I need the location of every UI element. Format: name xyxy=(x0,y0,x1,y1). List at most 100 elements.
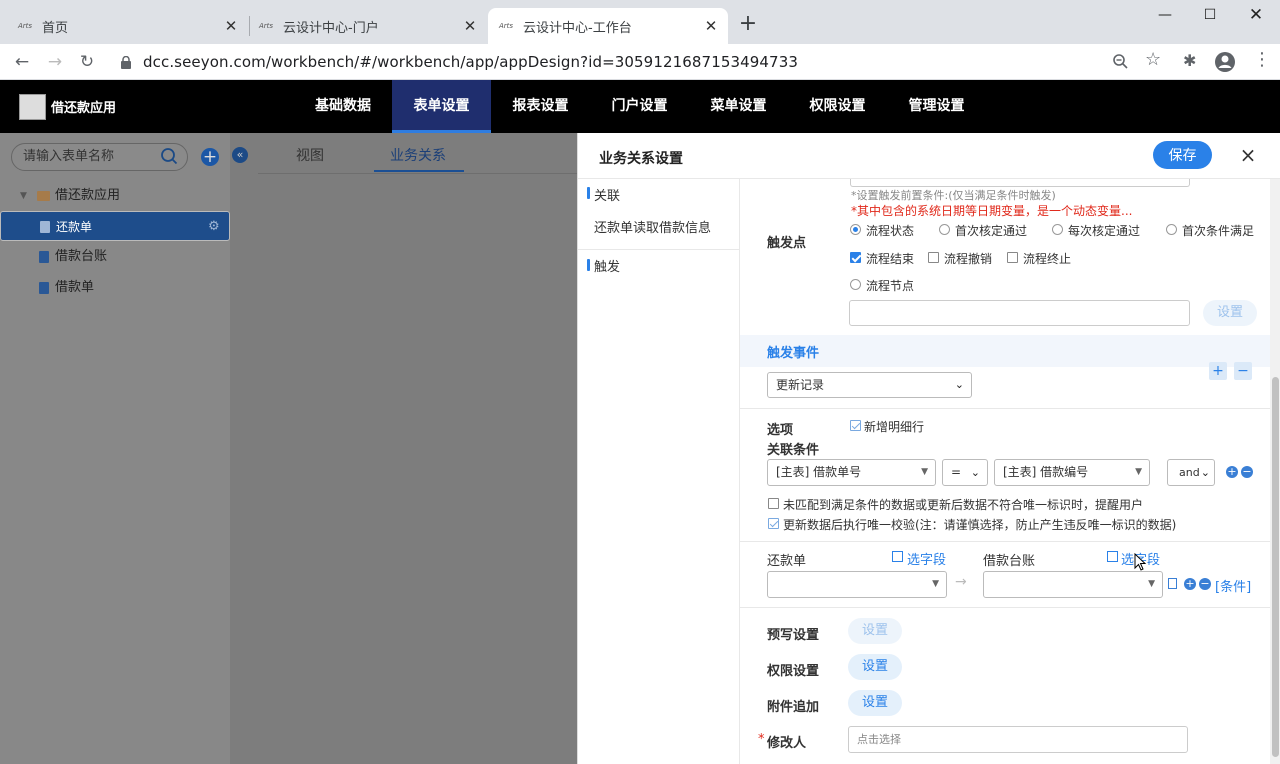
tab-view[interactable]: 视图 xyxy=(296,145,324,165)
tab-title: 首页 xyxy=(42,20,69,36)
search-icon[interactable] xyxy=(160,147,178,165)
radio-flow-status[interactable] xyxy=(850,224,861,235)
target-field-select[interactable]: ▼ xyxy=(983,571,1163,598)
tab-title: 云设计中心-工作台 xyxy=(523,20,632,36)
tree-item-loan-ledger[interactable]: 借款台账 xyxy=(0,242,230,272)
drawer-scrollbar[interactable] xyxy=(1270,179,1280,764)
condition-operator-select[interactable]: = ⌄ xyxy=(942,459,988,486)
source-form-label: 还款单 xyxy=(767,554,807,569)
check-add-detail-row[interactable] xyxy=(850,420,861,431)
pick-field-link-source[interactable]: 选字段 xyxy=(907,549,946,568)
check-unique-validation[interactable] xyxy=(768,518,779,529)
app-header: 借还款应用 基础数据 表单设置 报表设置 门户设置 菜单设置 权限设置 管理设置 xyxy=(0,80,1280,133)
add-form-icon[interactable]: + xyxy=(201,148,219,166)
radio-every-approve[interactable] xyxy=(1052,224,1063,235)
form-icon xyxy=(40,221,50,233)
field-picker-icon[interactable] xyxy=(1107,551,1118,562)
attachment-append-label: 附件追加 xyxy=(767,700,820,715)
nav-item-read-loan-info[interactable]: 还款单读取借款信息 xyxy=(594,217,711,236)
radio-first-approve[interactable] xyxy=(939,224,950,235)
check-label: 新增明细行 xyxy=(864,420,925,434)
check-mismatch-alert[interactable] xyxy=(768,498,779,509)
new-tab-icon[interactable]: + xyxy=(738,13,758,35)
browser-menu-icon[interactable]: ⋮ xyxy=(1253,49,1271,70)
event-type-select[interactable]: 更新记录 ⌄ xyxy=(767,372,972,398)
precondition-input[interactable] xyxy=(850,179,1190,187)
minimize-icon[interactable]: — xyxy=(1150,4,1180,26)
section-marker xyxy=(587,187,590,199)
seeyon-favicon: Arts xyxy=(18,22,33,30)
close-icon[interactable]: × xyxy=(1238,143,1258,167)
remove-condition-icon[interactable]: − xyxy=(1241,466,1253,478)
check-flow-end[interactable] xyxy=(850,252,861,263)
source-field-select[interactable]: ▼ xyxy=(767,571,947,598)
profile-avatar-icon[interactable] xyxy=(1214,51,1236,73)
close-tab-icon[interactable]: ✕ xyxy=(222,17,240,35)
browser-tab-workbench[interactable]: Arts 云设计中心-工作台 ✕ xyxy=(488,8,728,44)
zoom-icon[interactable] xyxy=(1112,53,1129,70)
add-event-button[interactable]: + xyxy=(1209,362,1227,380)
caret-down-icon: ▼ xyxy=(1135,467,1142,477)
close-tab-icon[interactable]: ✕ xyxy=(461,17,479,35)
copy-icon[interactable] xyxy=(1168,578,1177,589)
nav-portal-settings[interactable]: 门户设置 xyxy=(590,80,689,133)
tab-title: 云设计中心-门户 xyxy=(283,20,379,36)
check-flow-terminate[interactable] xyxy=(1007,252,1018,263)
prewrite-settings-button[interactable]: 设置 xyxy=(848,618,902,644)
radio-label: 流程节点 xyxy=(866,279,915,293)
add-condition-icon[interactable]: + xyxy=(1226,466,1238,478)
bookmark-star-icon[interactable]: ☆ xyxy=(1145,49,1161,70)
tree-item-loan-form[interactable]: 借款单 xyxy=(0,273,230,303)
omnibox[interactable]: dcc.seeyon.com/workbench/#/workbench/app… xyxy=(112,48,1172,76)
browser-tab-home[interactable]: Arts 首页 ✕ xyxy=(0,8,248,44)
tab-business-relation[interactable]: 业务关系 xyxy=(390,145,446,165)
maximize-icon[interactable]: ☐ xyxy=(1195,4,1225,26)
check-flow-revoke[interactable] xyxy=(928,252,939,263)
section-divider xyxy=(740,408,1280,409)
save-button[interactable]: 保存 xyxy=(1153,141,1212,169)
nav-section-trigger[interactable]: 触发 xyxy=(594,256,620,275)
reload-icon[interactable]: ↻ xyxy=(75,50,99,74)
nav-report-settings[interactable]: 报表设置 xyxy=(491,80,590,133)
nav-form-settings[interactable]: 表单设置 xyxy=(392,80,491,133)
tree-root-app[interactable]: ▼ 借还款应用 xyxy=(0,181,230,211)
flow-node-set-button[interactable]: 设置 xyxy=(1203,300,1257,326)
close-tab-icon[interactable]: ✕ xyxy=(702,17,720,35)
nav-section-relation[interactable]: 关联 xyxy=(594,185,620,204)
nav-basic-data[interactable]: 基础数据 xyxy=(294,80,392,133)
radio-flow-node[interactable] xyxy=(850,279,861,290)
nav-admin-settings[interactable]: 管理设置 xyxy=(887,80,986,133)
field-picker-icon[interactable] xyxy=(892,551,903,562)
condition-right-field-select[interactable]: [主表] 借款编号 ▼ xyxy=(994,459,1150,486)
remove-mapping-icon[interactable]: − xyxy=(1199,578,1211,590)
radio-first-condition[interactable] xyxy=(1166,224,1177,235)
back-icon[interactable]: ← xyxy=(10,50,34,74)
condition-link[interactable]: [条件] xyxy=(1215,576,1251,595)
scrollbar-thumb[interactable] xyxy=(1272,377,1279,757)
app-logo xyxy=(19,94,46,120)
modifier-label: 修改人 xyxy=(767,736,807,751)
extensions-icon[interactable]: ✱ xyxy=(1183,51,1196,70)
window-close-icon[interactable]: ✕ xyxy=(1241,4,1271,26)
permission-settings-button[interactable]: 设置 xyxy=(848,654,902,680)
gear-icon[interactable]: ⚙ xyxy=(208,212,220,242)
nav-menu-settings[interactable]: 菜单设置 xyxy=(689,80,788,133)
attachment-append-button[interactable]: 设置 xyxy=(848,690,902,716)
expand-caret-icon[interactable]: ▼ xyxy=(20,181,27,211)
trigger-event-band xyxy=(740,335,1280,367)
add-mapping-icon[interactable]: + xyxy=(1184,578,1196,590)
remove-event-button[interactable]: − xyxy=(1234,362,1252,380)
condition-left-field-select[interactable]: [主表] 借款单号 ▼ xyxy=(767,459,936,486)
check-label: 更新数据后执行唯一校验(注：请谨慎选择，防止产生违反唯一标识的数据) xyxy=(783,518,1177,532)
tree-item-repayment[interactable]: 还款单 ⚙ xyxy=(0,211,230,241)
nav-permission-settings[interactable]: 权限设置 xyxy=(788,80,887,133)
collapse-panel-icon[interactable]: « xyxy=(232,147,248,163)
permission-settings-label: 权限设置 xyxy=(767,664,820,679)
flow-node-input[interactable] xyxy=(849,300,1190,326)
radio-label: 首次条件满足 xyxy=(1182,224,1255,238)
browser-tab-portal[interactable]: Arts 云设计中心-门户 ✕ xyxy=(250,8,487,44)
condition-logic-select[interactable]: and ⌄ xyxy=(1167,459,1215,486)
forward-icon[interactable]: → xyxy=(43,50,67,74)
modifier-picker-input[interactable]: 点击选择 xyxy=(848,726,1188,753)
dimmed-background[interactable]: 请输入表单名称 + ▼ 借还款应用 还款单 ⚙ 借款台账 借款单 « 视图 业务… xyxy=(0,133,577,764)
